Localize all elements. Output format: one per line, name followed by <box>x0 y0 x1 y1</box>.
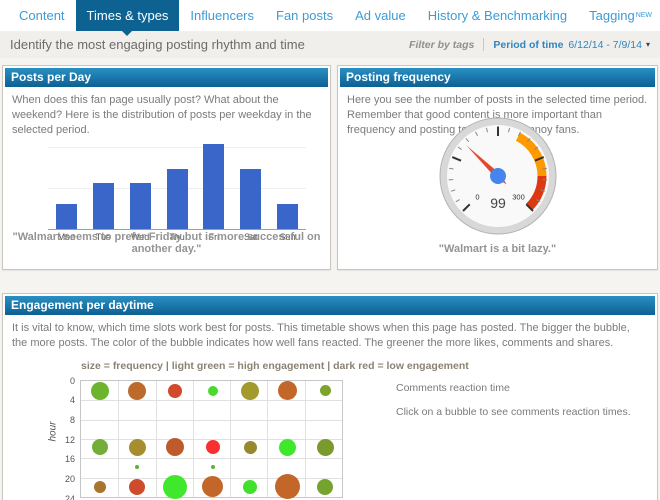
bar-rect <box>56 204 77 229</box>
bar-wed[interactable] <box>122 135 159 229</box>
y-tick-label: 20 <box>45 474 75 484</box>
tab-influencers[interactable]: Influencers <box>179 0 265 31</box>
y-tick-label: 24 <box>45 494 75 500</box>
gauge-chart: 0 300 99 <box>438 116 558 236</box>
gauge-part <box>542 168 546 169</box>
bar-mon[interactable] <box>48 135 85 229</box>
engagement-bubble[interactable] <box>206 440 220 454</box>
engagement-bubble[interactable] <box>166 438 184 456</box>
engagement-bubble[interactable] <box>168 384 182 398</box>
bar-rect <box>130 183 151 229</box>
period-label: Period of time <box>493 39 563 51</box>
y-tick-label: 16 <box>45 454 75 464</box>
gauge-text: 300 <box>512 193 525 202</box>
bar-fri[interactable] <box>195 135 232 229</box>
bar-rect <box>203 144 224 229</box>
engagement-bubble[interactable] <box>129 479 145 495</box>
engagement-bubble[interactable] <box>279 439 296 456</box>
tab-label: Ad value <box>355 8 406 23</box>
gauge-part <box>449 168 453 169</box>
divider <box>483 38 484 51</box>
engagement-bubble[interactable] <box>208 386 218 396</box>
insight-quote: "Walmart seems to prefer Friday but is m… <box>3 231 330 255</box>
gauge-part <box>490 168 506 184</box>
tab-history-benchmarking[interactable]: History & Benchmarking <box>417 0 578 31</box>
tab-label: Tagging <box>589 8 635 23</box>
engagement-bubble[interactable] <box>278 381 297 400</box>
posting-frequency-gauge: 0 300 99 <box>438 116 558 241</box>
engagement-bubble[interactable] <box>320 385 331 396</box>
engagement-bubble[interactable] <box>91 382 109 400</box>
bar-rect <box>277 204 298 229</box>
period-of-time-selector[interactable]: Period of time 6/12/14 - 7/9/14 ▾ <box>493 39 650 51</box>
engagement-bubble[interactable] <box>241 382 259 400</box>
engagement-bubble[interactable] <box>317 479 333 495</box>
sub-header-bar: Identify the most engaging posting rhyth… <box>0 31 660 58</box>
tab-label: Content <box>19 8 65 23</box>
bar-rect <box>93 183 114 229</box>
bubble-chart-legend: size = frequency | light green = high en… <box>81 360 469 372</box>
y-tick-label: 8 <box>45 415 75 425</box>
posts-per-day-panel: Posts per Day When does this fan page us… <box>2 65 331 270</box>
engagement-bubble[interactable] <box>244 441 257 454</box>
bar-sun[interactable] <box>269 135 306 229</box>
gauge-text: 99 <box>490 195 506 211</box>
tab-content[interactable]: Content <box>8 0 76 31</box>
engagement-bubble[interactable] <box>211 465 215 469</box>
bar-sat[interactable] <box>232 135 269 229</box>
panel-title: Engagement per daytime <box>5 296 655 315</box>
tab-times-types[interactable]: Times & types <box>76 0 180 31</box>
engagement-bubble[interactable] <box>128 382 146 400</box>
gridline-horizontal <box>81 400 342 401</box>
tab-tagging[interactable]: TaggingNEW <box>578 0 660 31</box>
comments-reaction-time-label: Comments reaction time <box>396 382 510 394</box>
bar-rect <box>240 169 261 229</box>
gridline-horizontal <box>81 420 342 421</box>
tab-label: Times & types <box>87 8 169 23</box>
filter-by-tags-link[interactable]: Filter by tags <box>409 39 474 51</box>
engagement-bubble[interactable] <box>317 439 334 456</box>
tab-label: Fan posts <box>276 8 333 23</box>
gauge-text: 0 <box>475 193 479 202</box>
period-value: 6/12/14 - 7/9/14 <box>568 39 642 51</box>
engagement-bubble[interactable] <box>94 481 106 493</box>
bar-rect <box>167 169 188 229</box>
tab-label: History & Benchmarking <box>428 8 567 23</box>
bubble-click-hint: Click on a bubble to see comments reacti… <box>396 406 631 418</box>
top-nav: Content Times & types Influencers Fan posts… <box>0 0 660 31</box>
panel-title: Posting frequency <box>340 68 655 87</box>
engagement-bubble[interactable] <box>163 475 187 499</box>
bar-thu[interactable] <box>159 135 196 229</box>
tab-ad-value[interactable]: Ad value <box>344 0 417 31</box>
bar-tue[interactable] <box>85 135 122 229</box>
engagement-per-daytime-panel: Engagement per daytime It is vital to kn… <box>2 293 658 500</box>
panel-description: It is vital to know, which time slots wo… <box>5 315 655 351</box>
tab-fan-posts[interactable]: Fan posts <box>265 0 344 31</box>
engagement-bubble[interactable] <box>202 476 223 497</box>
y-tick-label: 12 <box>45 435 75 445</box>
page-subtitle: Identify the most engaging posting rhyth… <box>10 37 305 52</box>
engagement-bubble[interactable] <box>243 480 257 494</box>
engagement-bubble[interactable] <box>129 439 146 456</box>
engagement-bubble-chart <box>80 380 343 498</box>
engagement-bubble[interactable] <box>92 439 108 455</box>
insight-quote: "Walmart is a bit lazy." <box>338 243 657 255</box>
posts-per-day-bar-chart <box>48 135 306 230</box>
header-controls: Filter by tags Period of time 6/12/14 - … <box>409 38 650 51</box>
gridline-horizontal <box>81 458 342 459</box>
y-tick-label: 0 <box>45 376 75 386</box>
y-tick-label: 4 <box>45 395 75 405</box>
panel-description: When does this fan page usually post? Wh… <box>5 87 328 139</box>
new-badge: NEW <box>636 12 652 19</box>
panel-title: Posts per Day <box>5 68 328 87</box>
engagement-bubble[interactable] <box>275 474 300 499</box>
chevron-down-icon: ▾ <box>646 40 650 49</box>
tab-label: Influencers <box>190 8 254 23</box>
posting-frequency-panel: Posting frequency Here you see the numbe… <box>337 65 658 270</box>
engagement-bubble[interactable] <box>135 465 139 469</box>
